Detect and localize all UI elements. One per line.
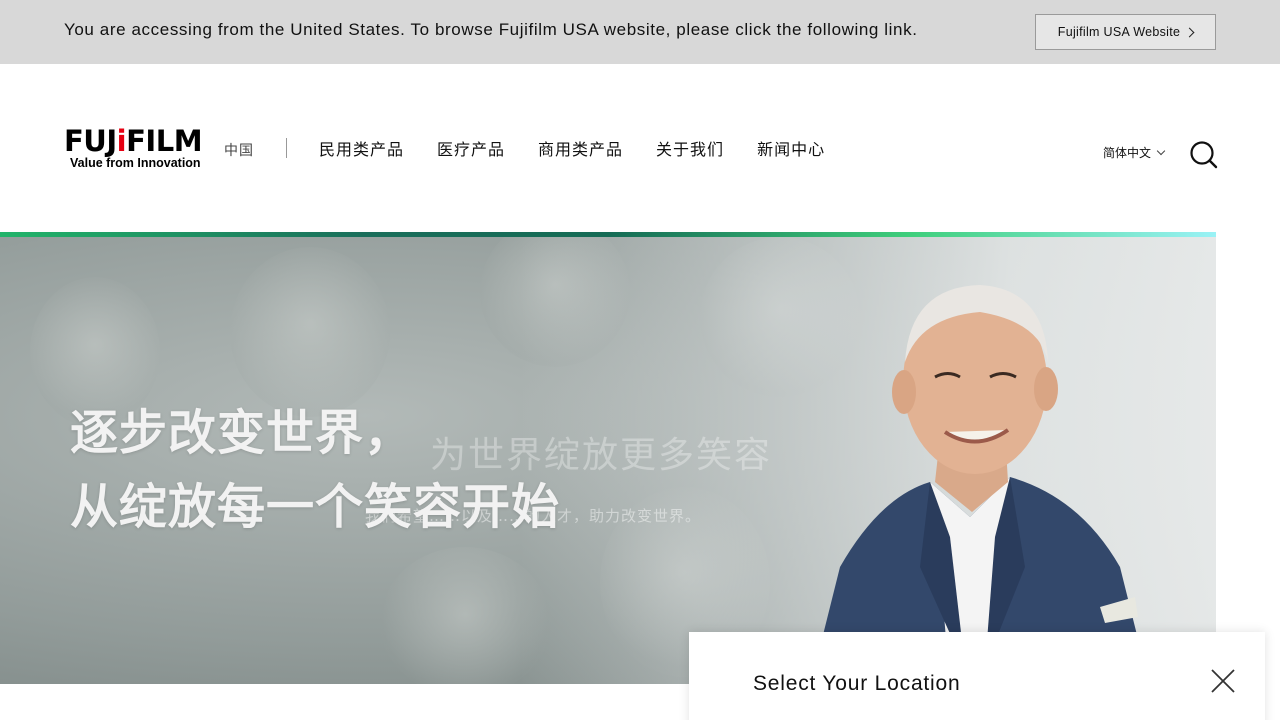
nav-item-business-products[interactable]: 商用类产品 xyxy=(538,136,623,160)
fujifilm-usa-website-label: Fujifilm USA Website xyxy=(1057,25,1181,39)
hero-banner[interactable]: 为世界绽放更多笑容 我们希望……以及……的人才，助力改变世界。 逐步改变世界， … xyxy=(0,237,1216,684)
region-notice-text: You are accessing from the United States… xyxy=(64,20,918,39)
header-divider xyxy=(286,138,287,158)
hero-headline-line1: 逐步改变世界， xyxy=(70,405,414,461)
chevron-right-icon xyxy=(1184,27,1195,37)
nav-item-medical-products[interactable]: 医疗产品 xyxy=(437,136,505,160)
background-faces-image xyxy=(230,247,390,417)
nav-item-consumer-products[interactable]: 民用类产品 xyxy=(319,136,404,160)
language-selector[interactable]: 简体中文 xyxy=(1103,144,1166,161)
select-location-popup: Select Your Location xyxy=(689,632,1265,720)
region-label[interactable]: 中国 xyxy=(224,140,254,160)
nav-item-news-center[interactable]: 新闻中心 xyxy=(757,136,825,160)
close-icon[interactable] xyxy=(1210,668,1236,694)
logo-tagline: Value from Innovation xyxy=(70,156,201,170)
executive-portrait-image xyxy=(810,285,1150,684)
nav-item-about-us[interactable]: 关于我们 xyxy=(656,136,724,160)
site-header: FUJiFILM Value from Innovation 中国 民用类产品 … xyxy=(0,64,1280,232)
fujifilm-logo[interactable]: FUJiFILM Value from Innovation xyxy=(64,124,210,171)
main-nav: 民用类产品 医疗产品 商用类产品 关于我们 新闻中心 xyxy=(319,136,858,160)
region-notice-bar: You are accessing from the United States… xyxy=(0,0,1280,64)
logo-wordmark: FUJiFILM xyxy=(64,124,203,158)
language-label: 简体中文 xyxy=(1103,146,1152,160)
hero-headline-line2: 从绽放每一个笑容开始 xyxy=(70,479,561,535)
fujifilm-usa-website-button[interactable]: Fujifilm USA Website xyxy=(1035,14,1216,50)
chevron-down-icon xyxy=(1156,146,1166,155)
search-icon[interactable] xyxy=(1189,140,1219,170)
popup-title: Select Your Location xyxy=(753,672,961,695)
